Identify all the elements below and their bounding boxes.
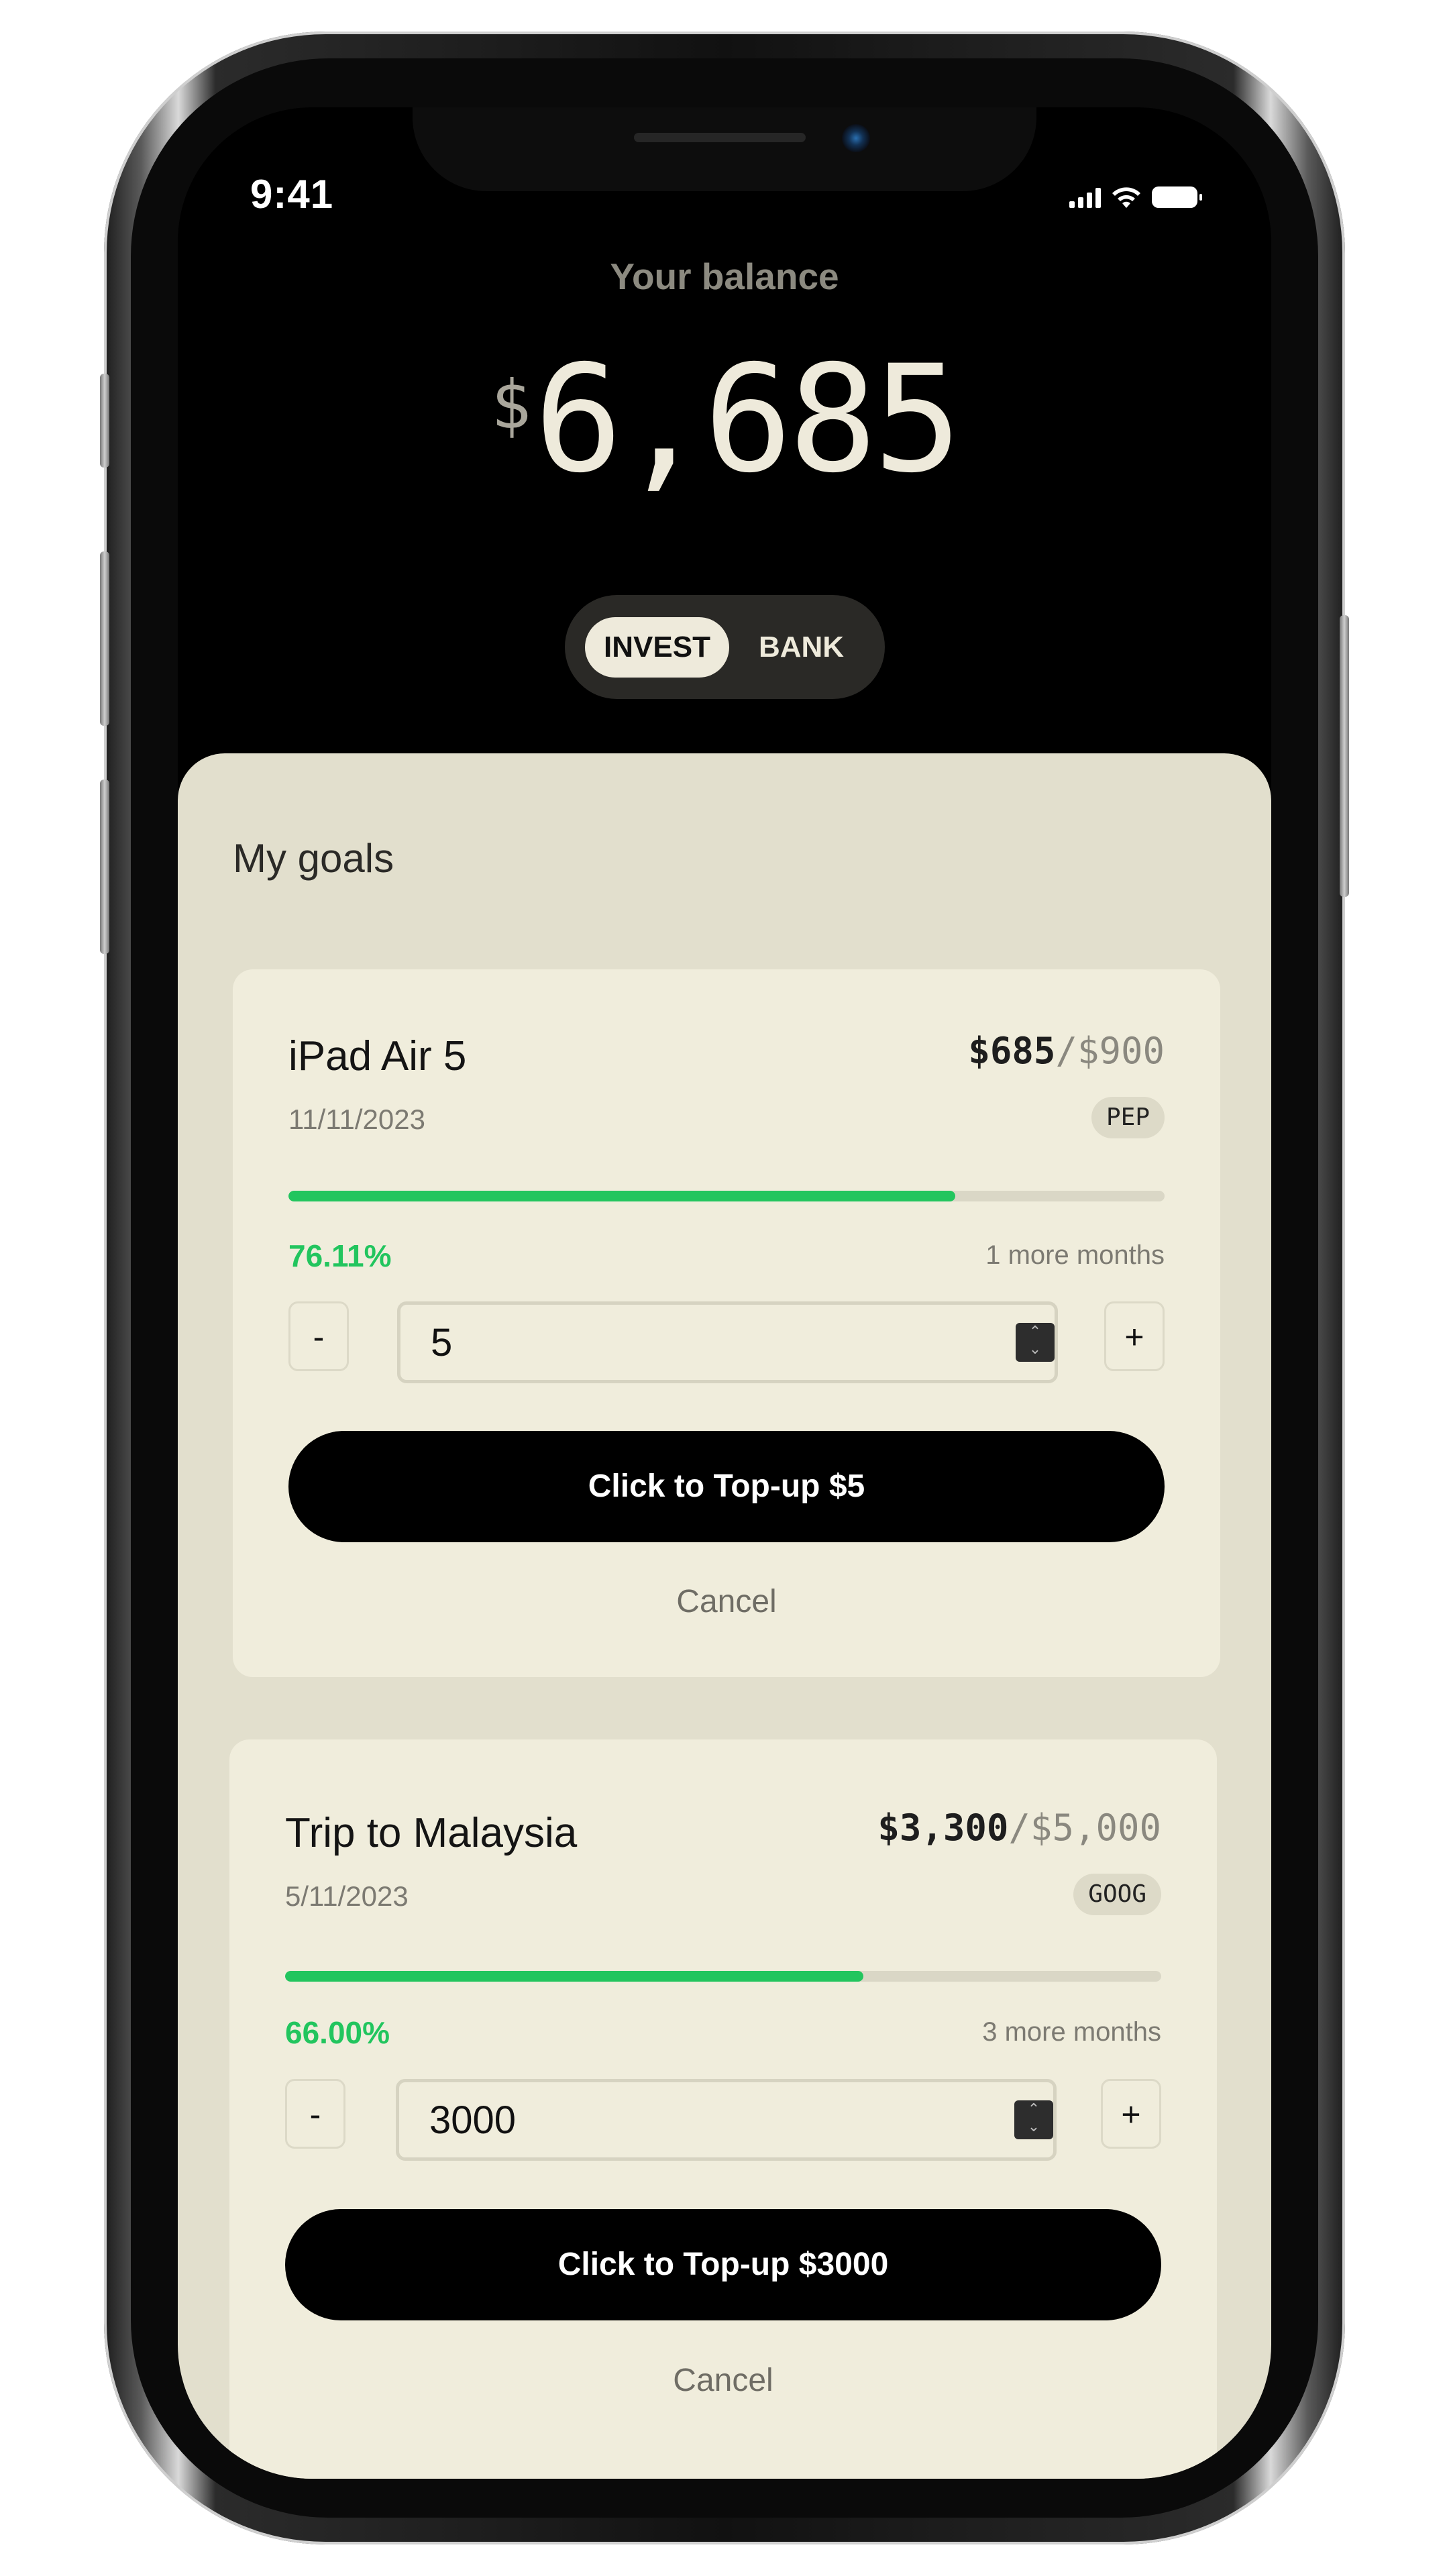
goal-amount: $3,300/$5,000 (877, 1807, 1161, 1849)
wifi-icon (1112, 187, 1140, 208)
cancel-button[interactable]: Cancel (229, 2362, 1217, 2399)
increment-button[interactable]: + (1101, 2079, 1161, 2149)
battery-icon (1152, 186, 1202, 208)
spinner-arrows-icon[interactable]: ⌃ ⌄ (1014, 2100, 1053, 2139)
speaker-grille (634, 133, 806, 142)
app-screen: 9:41 Your balance $6,685 INVEST BANK My … (178, 107, 1271, 2479)
decrement-button[interactable]: - (288, 1301, 349, 1371)
topup-button[interactable]: Click to Top-up $3000 (285, 2209, 1161, 2320)
tab-bank[interactable]: BANK (739, 617, 863, 678)
front-camera (842, 124, 870, 152)
tab-invest[interactable]: INVEST (585, 617, 729, 678)
remaining-months: 3 more months (982, 2017, 1161, 2047)
progress-percent: 76.11% (288, 1238, 392, 1273)
balance-label: Your balance (610, 256, 839, 297)
goal-target: /$5,000 (1008, 1807, 1161, 1849)
remaining-months: 1 more months (985, 1240, 1165, 1270)
card-separator (178, 1677, 1271, 1739)
account-toggle: INVEST BANK (565, 595, 885, 699)
goal-amount: $685/$900 (968, 1030, 1165, 1072)
signal-icon (1069, 186, 1101, 208)
cancel-button[interactable]: Cancel (233, 1583, 1220, 1620)
silent-switch (100, 374, 109, 468)
topup-button[interactable]: Click to Top-up $5 (288, 1431, 1165, 1542)
goals-sheet: My goals iPad Air 5 $685/$900 11/11/2023… (178, 753, 1271, 2479)
progress-percent: 66.00% (285, 2015, 390, 2050)
notch (413, 107, 1036, 191)
ticker-badge: GOOG (1073, 1874, 1161, 1915)
spinner-arrows-icon[interactable]: ⌃ ⌄ (1016, 1323, 1055, 1362)
goal-date: 5/11/2023 (285, 1880, 409, 1912)
goal-card: iPad Air 5 $685/$900 11/11/2023 PEP 76.1… (233, 969, 1220, 1677)
topup-amount-input[interactable] (396, 2079, 1057, 2161)
goal-saved: $3,300 (877, 1807, 1009, 1849)
increment-button[interactable]: + (1104, 1301, 1165, 1371)
goals-title: My goals (233, 836, 394, 881)
status-icons (1069, 185, 1202, 209)
volume-up-button (100, 551, 109, 726)
decrement-button[interactable]: - (285, 2079, 345, 2149)
goal-name: iPad Air 5 (288, 1033, 467, 1079)
power-button (1340, 615, 1349, 897)
currency-symbol: $ (490, 366, 531, 444)
goal-saved: $685 (968, 1030, 1056, 1072)
balance-amount: 6,685 (533, 333, 962, 505)
ticker-badge: PEP (1091, 1097, 1165, 1138)
progress-bar (288, 1191, 1165, 1201)
progress-bar (285, 1971, 1161, 1982)
volume-down-button (100, 780, 109, 954)
progress-fill (285, 1971, 863, 1982)
goal-card: Trip to Malaysia $3,300/$5,000 5/11/2023… (229, 1739, 1217, 2479)
goal-target: /$900 (1055, 1030, 1165, 1072)
balance-display: $6,685 (178, 345, 1271, 493)
goal-date: 11/11/2023 (288, 1104, 425, 1135)
status-time: 9:41 (250, 172, 334, 217)
goal-name: Trip to Malaysia (285, 1810, 578, 1856)
progress-fill (288, 1191, 955, 1201)
topup-amount-input[interactable] (397, 1301, 1058, 1383)
